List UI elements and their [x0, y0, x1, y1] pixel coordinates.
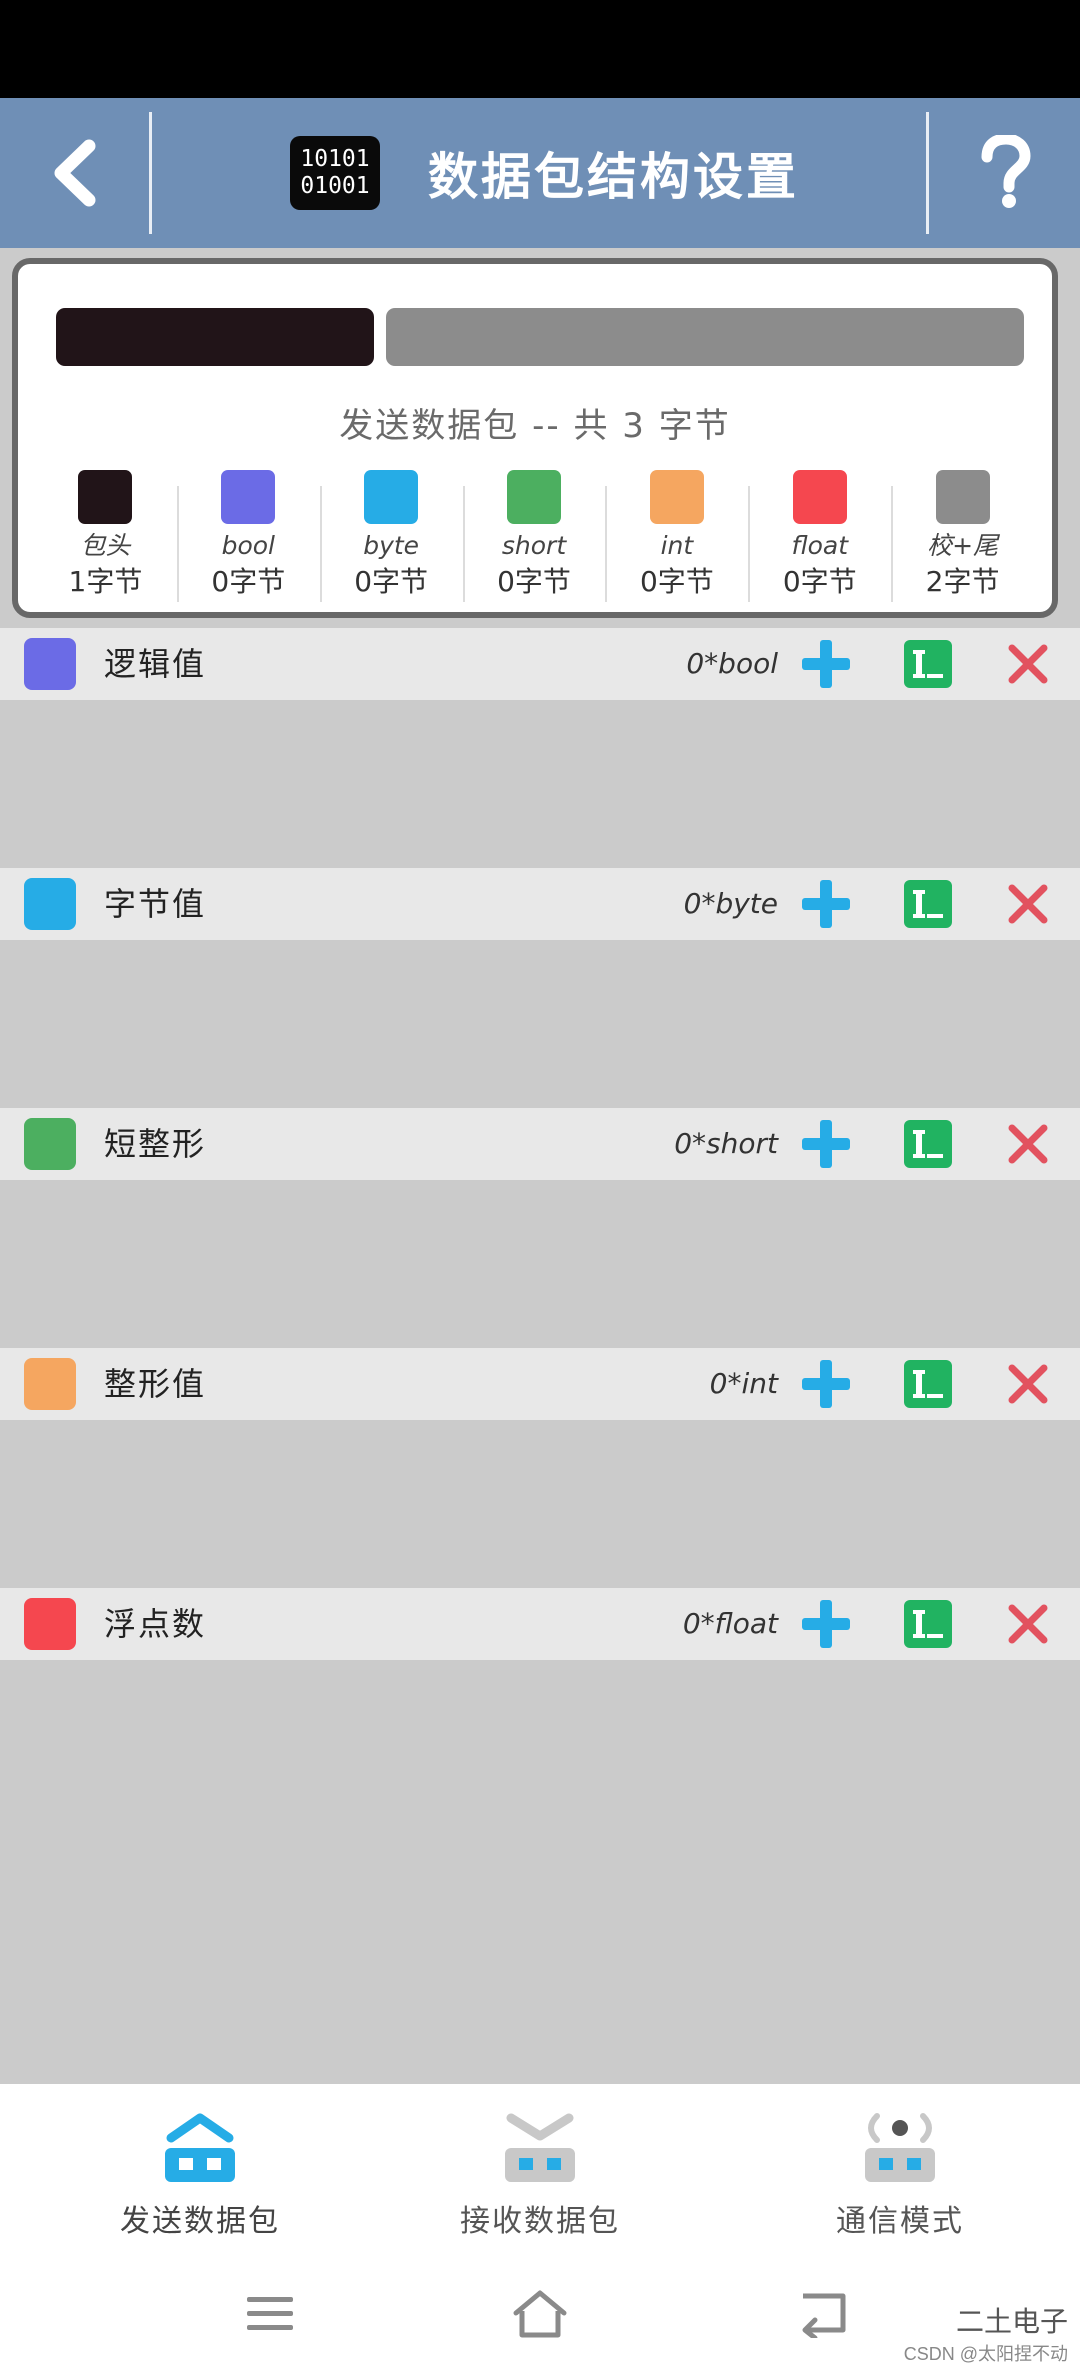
edit-icon[interactable] — [902, 1598, 954, 1650]
header-divider — [926, 112, 929, 234]
row-label: 字节值 — [104, 885, 207, 923]
row-count: 0*byte — [683, 887, 778, 920]
color-swatch — [24, 1598, 76, 1650]
row-label: 逻辑值 — [104, 645, 207, 683]
header-divider — [149, 112, 152, 234]
type-legend-item: bool 0字节 — [176, 470, 320, 610]
row-count: 0*float — [682, 1607, 778, 1640]
type-legend-item: byte 0字节 — [319, 470, 463, 610]
delete-icon[interactable] — [1004, 880, 1052, 928]
binary-icon: 10101 01001 — [290, 136, 380, 210]
delete-icon[interactable] — [1004, 640, 1052, 688]
nav-receive-packet[interactable]: 接收数据包 — [390, 2108, 690, 2240]
data-type-row-bool: 逻辑值 0*bool — [0, 628, 1080, 700]
status-bar — [0, 0, 1080, 98]
comm-mode-icon — [865, 2113, 935, 2182]
edit-icon[interactable] — [902, 638, 954, 690]
row-count: 0*short — [674, 1127, 778, 1160]
color-swatch — [935, 470, 990, 524]
back-arrow-icon — [802, 2293, 846, 2338]
home-icon — [513, 2290, 567, 2338]
edit-icon[interactable] — [902, 878, 954, 930]
question-mark-icon — [981, 135, 1031, 208]
edit-icon[interactable] — [902, 1358, 954, 1410]
data-type-row-byte: 字节值 0*byte — [0, 868, 1080, 940]
checksum-tail-bytes-bar — [386, 308, 1024, 366]
row-label: 整形值 — [104, 1365, 207, 1403]
header-bar: 10101 01001 数据包结构设置 — [0, 98, 1080, 248]
color-swatch — [24, 878, 76, 930]
header-bytes-bar — [56, 308, 374, 366]
system-back-button[interactable] — [785, 2284, 865, 2344]
watermark: 二土电子 CSDN @太阳捏不动 — [903, 2305, 1068, 2364]
color-swatch — [221, 470, 276, 524]
type-legend: 包头 1字节 bool 0字节 byte 0字节 short 0字节 int 0… — [34, 470, 1034, 610]
type-legend-item: short 0字节 — [462, 470, 606, 610]
color-swatch — [24, 638, 76, 690]
type-legend-item: float 0字节 — [748, 470, 891, 610]
color-swatch — [364, 470, 419, 524]
color-swatch — [792, 470, 847, 524]
row-count: 0*int — [709, 1367, 778, 1400]
data-type-row-float: 浮点数 0*float — [0, 1588, 1080, 1660]
plus-icon[interactable] — [798, 1356, 854, 1412]
color-swatch — [78, 470, 133, 524]
type-legend-item: int 0字节 — [605, 470, 748, 610]
type-legend-item: 包头 1字节 — [34, 470, 177, 610]
data-type-row-int: 整形值 0*int — [0, 1348, 1080, 1420]
row-label: 浮点数 — [104, 1605, 207, 1643]
type-legend-item: 校+尾 2字节 — [891, 470, 1034, 610]
nav-label: 通信模式 — [836, 2204, 964, 2239]
color-swatch — [507, 470, 561, 524]
plus-icon[interactable] — [798, 876, 854, 932]
packet-summary-card: 发送数据包 -- 共 3 字节 包头 1字节 bool 0字节 byte 0字节… — [12, 258, 1058, 618]
nav-label: 接收数据包 — [460, 2204, 620, 2239]
delete-icon[interactable] — [1004, 1120, 1052, 1168]
packet-summary-text: 发送数据包 -- 共 3 字节 — [339, 406, 731, 446]
plus-icon[interactable] — [798, 1116, 854, 1172]
system-home-button[interactable] — [500, 2284, 580, 2344]
receive-packet-icon — [505, 2113, 575, 2182]
system-menu-button[interactable] — [230, 2284, 310, 2344]
back-button[interactable] — [0, 98, 150, 248]
delete-icon[interactable] — [1004, 1600, 1052, 1648]
send-packet-icon — [165, 2113, 235, 2182]
help-button[interactable] — [930, 98, 1080, 248]
row-label: 短整形 — [104, 1125, 207, 1163]
bottom-navigation: 发送数据包 接收数据包 通信模式 二土电子 CSDN @太阳捏不动 — [0, 2084, 1080, 2376]
color-swatch — [649, 470, 704, 524]
data-type-row-short: 短整形 0*short — [0, 1108, 1080, 1180]
nav-send-packet[interactable]: 发送数据包 — [50, 2108, 350, 2240]
color-swatch — [24, 1118, 76, 1170]
page-title: 数据包结构设置 — [428, 148, 799, 206]
chevron-left-icon — [54, 139, 96, 207]
edit-icon[interactable] — [902, 1118, 954, 1170]
nav-label: 发送数据包 — [120, 2204, 280, 2239]
nav-comm-mode[interactable]: 通信模式 — [750, 2108, 1050, 2240]
plus-icon[interactable] — [798, 1596, 854, 1652]
color-swatch — [24, 1358, 76, 1410]
delete-icon[interactable] — [1004, 1360, 1052, 1408]
menu-icon — [247, 2297, 293, 2330]
row-count: 0*bool — [686, 647, 778, 680]
plus-icon[interactable] — [798, 636, 854, 692]
